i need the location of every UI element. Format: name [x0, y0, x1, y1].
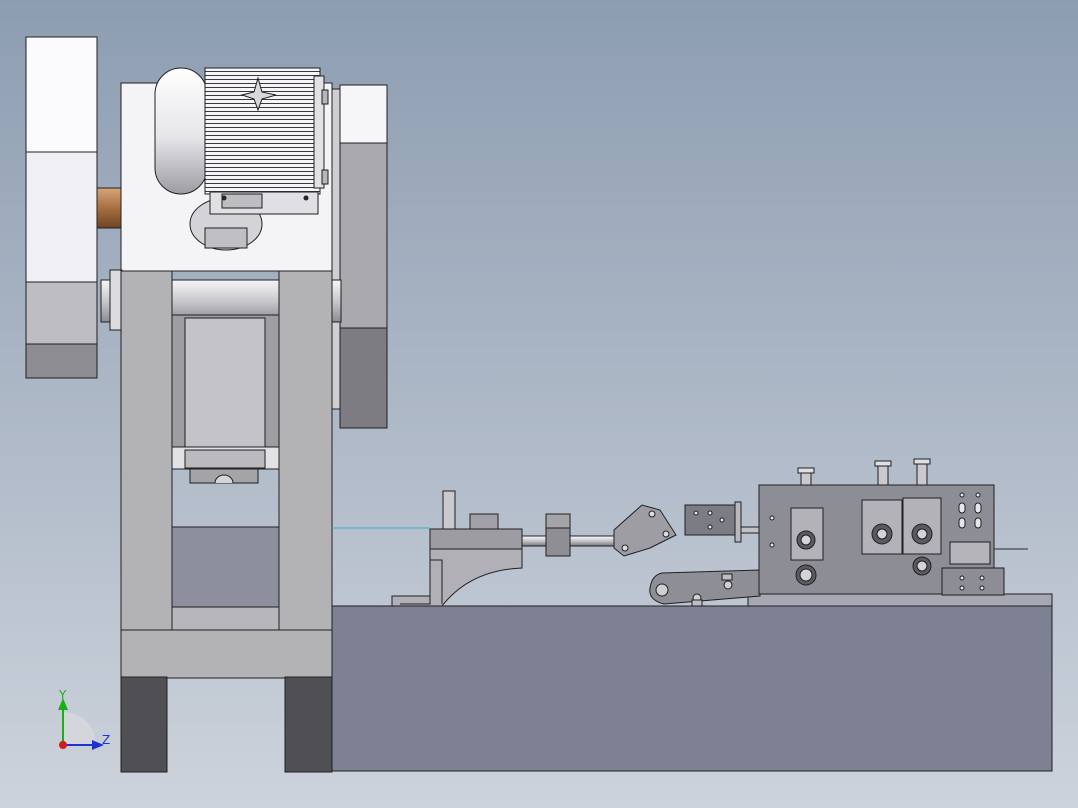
drive-motor[interactable] — [154, 67, 329, 215]
press-leg-left — [120, 676, 168, 773]
press-ram[interactable] — [171, 314, 280, 484]
axis-y-label: Y — [58, 688, 67, 702]
lower-die-block — [171, 526, 280, 608]
drive-shaft-hub — [96, 187, 123, 229]
machine-base[interactable] — [331, 593, 1053, 772]
cad-viewport[interactable]: Y Z — [0, 0, 1078, 808]
axis-z-label: Z — [102, 733, 110, 747]
roller-station-2 — [861, 499, 903, 555]
frame-right-column — [278, 270, 333, 678]
assembly-drawing: Y Z — [0, 0, 1078, 808]
frame-bottom-beam — [120, 629, 333, 679]
left-flywheel[interactable] — [25, 36, 98, 379]
press-leg-right — [284, 676, 333, 773]
right-belt-pulley[interactable] — [331, 84, 388, 429]
frame-left-column — [120, 270, 173, 678]
